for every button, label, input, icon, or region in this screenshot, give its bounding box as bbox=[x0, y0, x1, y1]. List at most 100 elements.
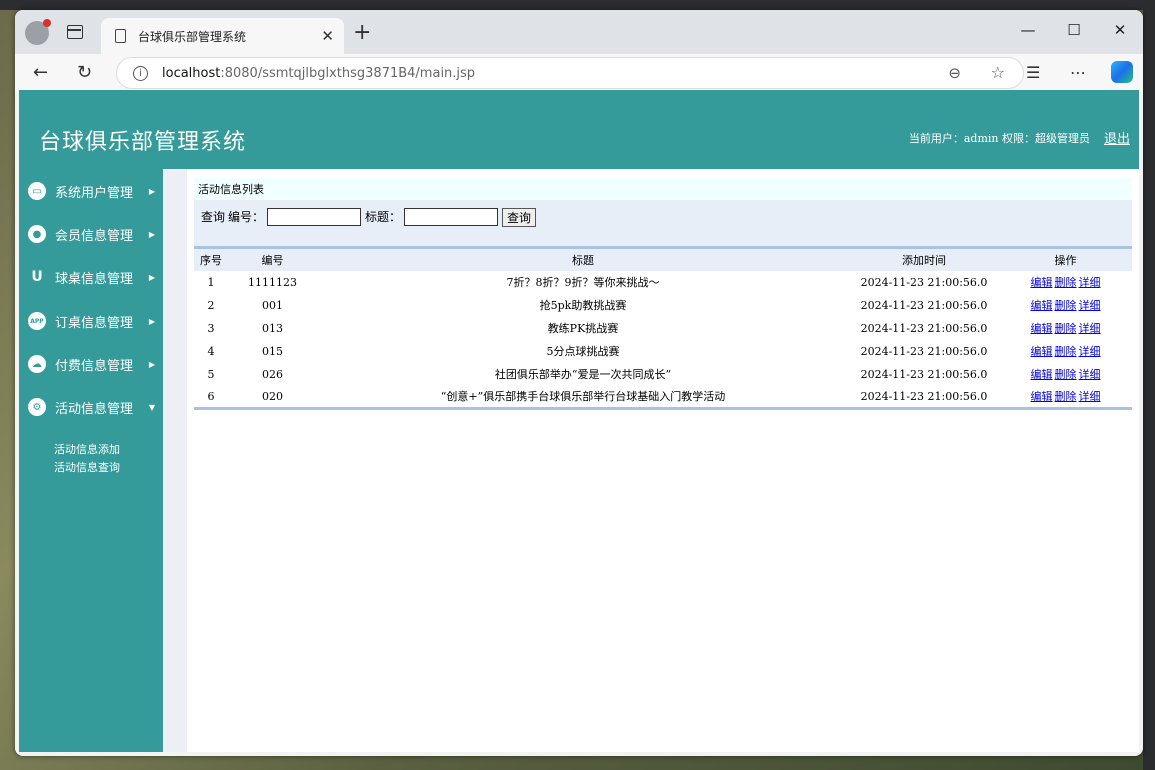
delete-link[interactable]: 删除 bbox=[1055, 368, 1077, 381]
cell-id: 1111123 bbox=[248, 275, 297, 289]
favorites-list-icon[interactable]: ☰ bbox=[1026, 63, 1040, 82]
zoom-icon[interactable]: ⊖ bbox=[948, 64, 961, 82]
chevron-down-icon: ▼ bbox=[148, 402, 155, 412]
tab-actions-icon[interactable] bbox=[67, 25, 83, 39]
detail-link[interactable]: 详细 bbox=[1079, 368, 1101, 381]
url-field[interactable]: i localhost:8080/ssmtqjlbglxthsg3871B4/m… bbox=[116, 57, 1024, 89]
chevron-right-icon: ▶ bbox=[148, 316, 155, 326]
browser-tab[interactable]: 台球俱乐部管理系统 ✕ bbox=[101, 18, 344, 54]
app-header: 台球俱乐部管理系统 当前用户：admin 权限：超级管理员 退出 bbox=[19, 90, 1139, 169]
maximize-icon[interactable]: ☐ bbox=[1051, 10, 1097, 50]
cell-id: 015 bbox=[262, 344, 283, 358]
logout-link[interactable]: 退出 bbox=[1104, 128, 1130, 147]
cell-no: 2 bbox=[207, 298, 215, 312]
sidebar-item-payments[interactable]: ☁ 付费信息管理 ▶ bbox=[19, 349, 163, 379]
delete-link[interactable]: 删除 bbox=[1055, 299, 1077, 312]
header-id: 编号 bbox=[228, 247, 317, 271]
delete-link[interactable]: 删除 bbox=[1055, 390, 1077, 403]
sidebar-item-label: 系统用户管理 bbox=[55, 185, 134, 201]
sidebar-item-bookings[interactable]: APP 订桌信息管理 ▶ bbox=[19, 306, 163, 336]
back-icon[interactable]: ← bbox=[33, 62, 48, 83]
table-icon: U bbox=[31, 269, 43, 285]
cell-id: 020 bbox=[262, 389, 283, 403]
chevron-right-icon: ▶ bbox=[148, 229, 155, 239]
id-search-input[interactable] bbox=[267, 208, 362, 226]
table-row: 5 026 社团俱乐部举办“爱是一次共同成长” 2024-11-23 21:00… bbox=[194, 363, 1132, 386]
edit-link[interactable]: 编辑 bbox=[1031, 345, 1053, 358]
copilot-icon[interactable] bbox=[1111, 61, 1133, 83]
role-label: 权限： bbox=[1002, 132, 1035, 145]
cell-no: 6 bbox=[207, 389, 215, 403]
header-actions: 操作 bbox=[999, 247, 1132, 271]
table-row: 4 015 5分点球挑战赛 2024-11-23 21:00:56.0 编辑 删除… bbox=[194, 340, 1132, 363]
minimize-icon[interactable]: — bbox=[1005, 10, 1051, 50]
cell-time: 2024-11-23 21:00:56.0 bbox=[860, 389, 988, 403]
profile-avatar-icon[interactable] bbox=[25, 19, 51, 45]
more-menu-icon[interactable]: ⋯ bbox=[1070, 63, 1086, 82]
site-info-icon[interactable]: i bbox=[133, 65, 148, 81]
edit-link[interactable]: 编辑 bbox=[1031, 276, 1053, 289]
role-name: 超级管理员 bbox=[1035, 132, 1090, 145]
detail-link[interactable]: 详细 bbox=[1079, 345, 1101, 358]
cell-actions: 编辑 删除 详细 bbox=[999, 317, 1132, 340]
refresh-icon[interactable]: ↻ bbox=[77, 62, 92, 83]
list-title: 活动信息列表 bbox=[194, 178, 1132, 200]
detail-link[interactable]: 详细 bbox=[1079, 299, 1101, 312]
sidebar-item-label: 球桌信息管理 bbox=[55, 271, 134, 287]
delete-link[interactable]: 删除 bbox=[1055, 276, 1077, 289]
detail-link[interactable]: 详细 bbox=[1079, 390, 1101, 403]
tab-bar: 台球俱乐部管理系统 ✕ + — ☐ ✕ bbox=[15, 10, 1143, 54]
close-window-icon[interactable]: ✕ bbox=[1097, 10, 1143, 50]
search-label: 查询 bbox=[201, 210, 226, 224]
settings-icon: ⚙ bbox=[28, 398, 46, 416]
cell-time: 2024-11-23 21:00:56.0 bbox=[860, 298, 988, 312]
cell-time: 2024-11-23 21:00:56.0 bbox=[860, 367, 988, 381]
app-icon: APP bbox=[28, 312, 46, 330]
table-header-row: 序号 编号 标题 添加时间 操作 bbox=[194, 247, 1132, 271]
title-search-input[interactable] bbox=[404, 208, 499, 226]
sidebar-item-tables[interactable]: U 球桌信息管理 ▶ bbox=[19, 262, 163, 292]
new-tab-icon[interactable]: + bbox=[353, 20, 371, 45]
close-tab-icon[interactable]: ✕ bbox=[321, 27, 334, 45]
cell-id: 013 bbox=[262, 321, 283, 335]
search-button[interactable]: 查询 bbox=[502, 208, 537, 227]
cell-title: “创意+”俱乐部携手台球俱乐部举行台球基础入门教学活动 bbox=[440, 390, 726, 404]
delete-link[interactable]: 删除 bbox=[1055, 345, 1077, 358]
table-row: 2 001 抢5pk助教挑战赛 2024-11-23 21:00:56.0 编辑… bbox=[194, 294, 1132, 317]
user-name: admin bbox=[963, 132, 999, 145]
cell-no: 4 bbox=[207, 344, 215, 358]
header-title: 标题 bbox=[317, 247, 849, 271]
cell-no: 5 bbox=[207, 367, 215, 381]
cell-actions: 编辑 删除 详细 bbox=[999, 386, 1132, 409]
cell-id: 001 bbox=[262, 298, 283, 312]
sidebar-item-system-users[interactable]: ▭ 系统用户管理 ▶ bbox=[19, 176, 163, 206]
cell-actions: 编辑 删除 详细 bbox=[999, 340, 1132, 363]
submenu-activity-add[interactable]: 活动信息添加 bbox=[54, 441, 120, 457]
detail-link[interactable]: 详细 bbox=[1079, 322, 1101, 335]
id-label: 编号： bbox=[228, 210, 265, 224]
table-row: 6 020 “创意+”俱乐部携手台球俱乐部举行台球基础入门教学活动 2024-1… bbox=[194, 386, 1132, 409]
sidebar-item-members[interactable]: ● 会员信息管理 ▶ bbox=[19, 219, 163, 249]
header-no: 序号 bbox=[194, 247, 228, 271]
app-title: 台球俱乐部管理系统 bbox=[39, 130, 247, 155]
user-label: 当前用户： bbox=[908, 132, 964, 145]
edit-link[interactable]: 编辑 bbox=[1031, 368, 1053, 381]
favorite-star-icon[interactable]: ☆ bbox=[991, 63, 1005, 82]
submenu-activity-query[interactable]: 活动信息查询 bbox=[54, 459, 120, 475]
sidebar-item-activities[interactable]: ⚙ 活动信息管理 ▼ bbox=[19, 392, 163, 422]
desktop-background bbox=[0, 0, 1155, 10]
detail-link[interactable]: 详细 bbox=[1079, 276, 1101, 289]
edit-link[interactable]: 编辑 bbox=[1031, 390, 1053, 403]
cell-title: 5分点球挑战赛 bbox=[546, 345, 620, 358]
edit-link[interactable]: 编辑 bbox=[1031, 322, 1053, 335]
cell-title: 社团俱乐部举办“爱是一次共同成长” bbox=[494, 368, 672, 381]
url-path: :8080/ssmtqjlbglxthsg3871B4/main.jsp bbox=[220, 65, 476, 81]
page-viewport: 台球俱乐部管理系统 当前用户：admin 权限：超级管理员 退出 ▭ 系统用户管… bbox=[19, 90, 1139, 752]
user-info: 当前用户：admin 权限：超级管理员 bbox=[909, 130, 1090, 146]
cell-actions: 编辑 删除 详细 bbox=[999, 294, 1132, 317]
cloud-icon: ☁ bbox=[28, 355, 46, 373]
edit-link[interactable]: 编辑 bbox=[1031, 299, 1053, 312]
page-icon bbox=[115, 29, 126, 43]
sidebar-item-label: 付费信息管理 bbox=[55, 358, 134, 374]
delete-link[interactable]: 删除 bbox=[1055, 322, 1077, 335]
